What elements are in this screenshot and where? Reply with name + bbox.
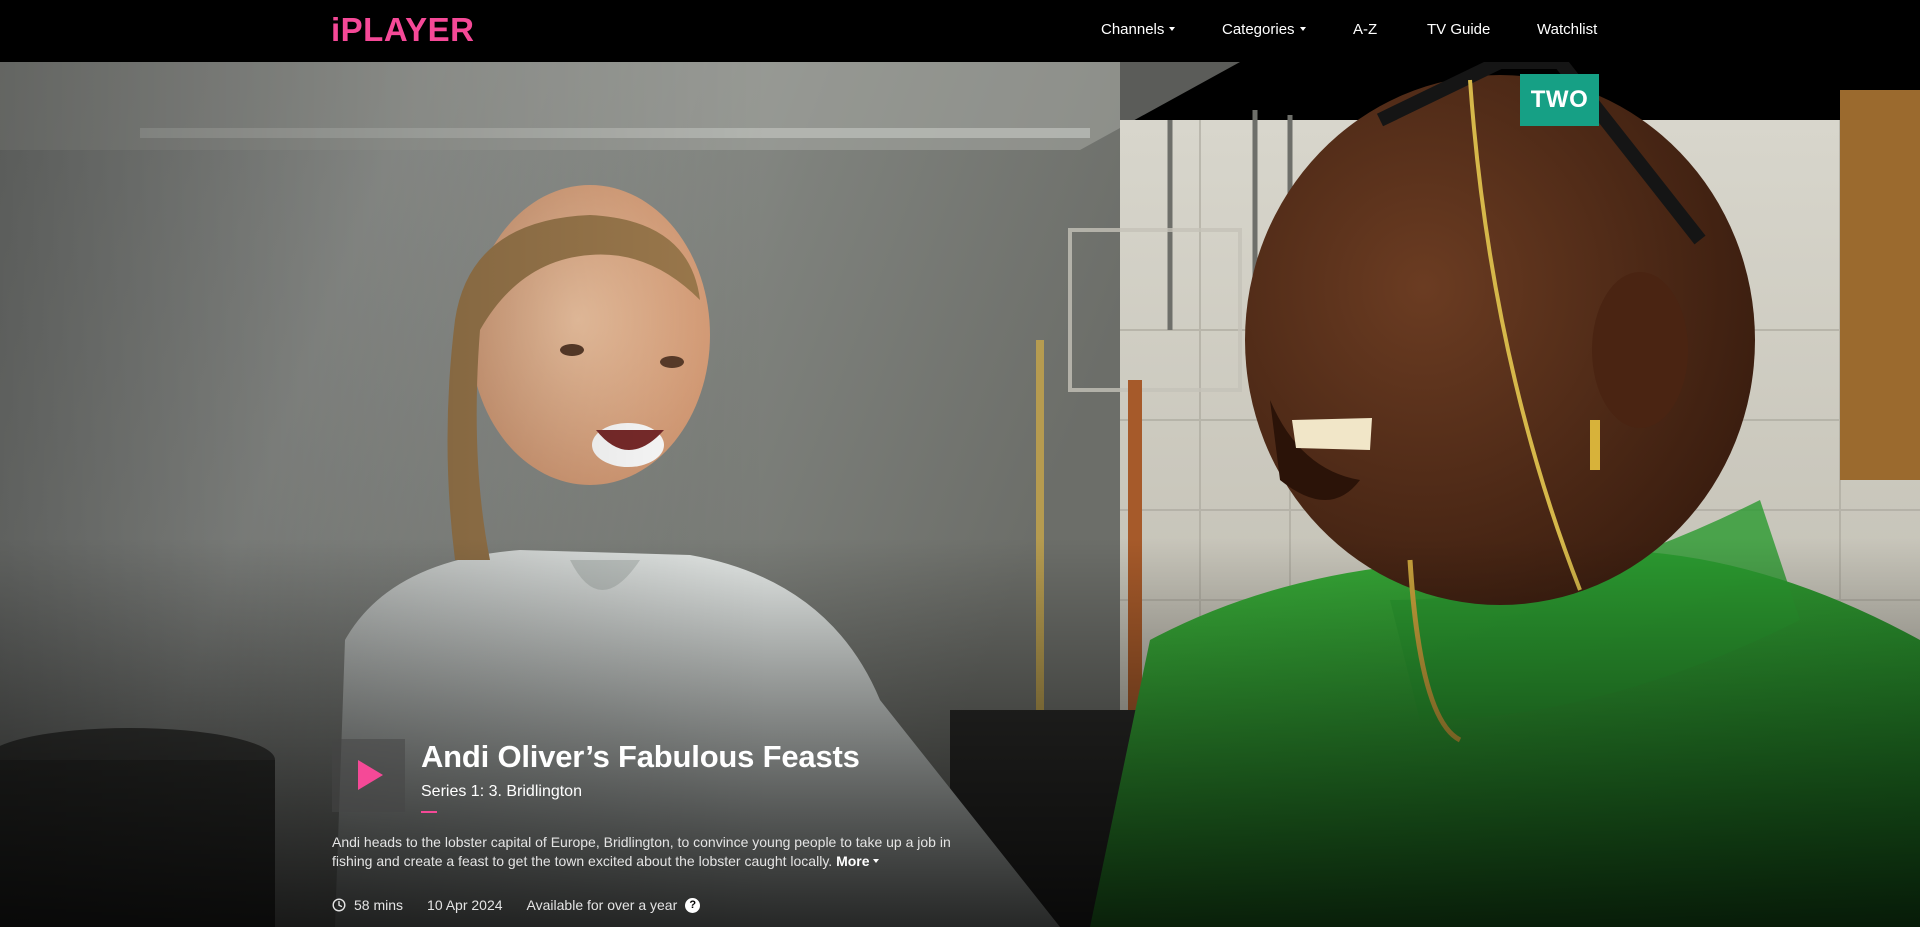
nav-categories[interactable]: Categories <box>1222 20 1306 40</box>
duration: 58 mins <box>354 897 404 913</box>
broadcast-date: 10 Apr 2024 <box>427 897 503 913</box>
availability: Available for over a year <box>526 897 678 913</box>
top-navigation-bar: iPLAYER Channels Categories A-Z TV Guide… <box>0 0 1920 62</box>
more-label: More <box>836 853 870 869</box>
play-icon <box>358 760 383 790</box>
nav-channels-label: Channels <box>1101 21 1165 38</box>
nav-tv-guide-label: TV Guide <box>1427 21 1491 38</box>
hero-image <box>0 62 1920 927</box>
nav-a-z-label: A-Z <box>1353 21 1378 38</box>
channel-badge: TWO <box>1520 74 1599 126</box>
chevron-down-icon <box>1169 27 1176 32</box>
help-icon[interactable]: ? <box>685 897 701 913</box>
clock-icon <box>332 898 346 912</box>
more-button[interactable]: More <box>836 853 879 869</box>
nav-a-z[interactable]: A-Z <box>1353 20 1377 40</box>
programme-title[interactable]: Andi Oliver’s Fabulous Feasts <box>421 737 860 777</box>
hero-illustration <box>0 62 1920 927</box>
iplayer-logo[interactable]: iPLAYER <box>331 10 475 50</box>
nav-watchlist[interactable]: Watchlist <box>1537 20 1597 40</box>
episode-metadata: 58 mins 10 Apr 2024 Available for over a… <box>332 896 701 914</box>
play-button[interactable] <box>332 739 405 812</box>
accent-divider <box>421 811 437 813</box>
nav-watchlist-label: Watchlist <box>1537 21 1598 38</box>
episode-synopsis: Andi heads to the lobster capital of Eur… <box>332 833 972 871</box>
chevron-down-icon <box>1299 27 1306 32</box>
nav-tv-guide[interactable]: TV Guide <box>1427 20 1490 40</box>
nav-categories-label: Categories <box>1222 21 1295 38</box>
episode-subtitle: Series 1: 3. Bridlington <box>421 783 582 800</box>
nav-channels[interactable]: Channels <box>1101 20 1176 40</box>
chevron-down-icon <box>872 859 879 864</box>
